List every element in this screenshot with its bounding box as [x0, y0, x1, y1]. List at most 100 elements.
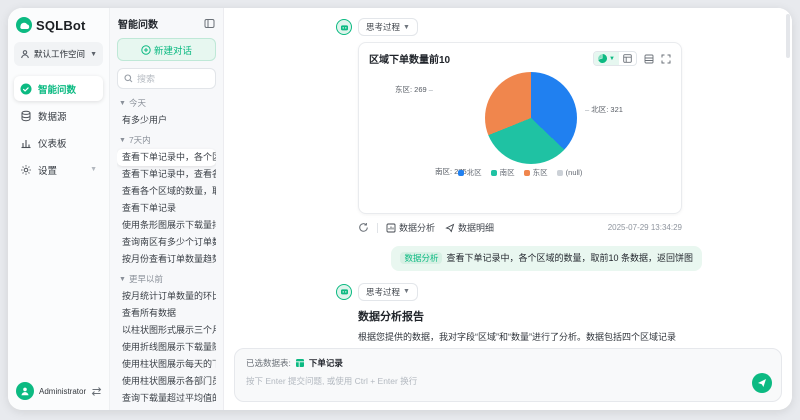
sidebar-item-settings[interactable]: 设置 ▼ — [14, 157, 103, 182]
legend-swatch — [523, 169, 530, 176]
sidebar-item-label: 设置 — [38, 165, 58, 177]
plus-circle-icon — [141, 44, 151, 55]
thinking-process-toggle[interactable]: 思考过程 ▼ — [358, 18, 418, 36]
data-detail-button[interactable]: 数据明细 — [445, 221, 494, 234]
sidebar-item-dashboard[interactable]: 仪表板 — [14, 130, 103, 155]
message-tag: 数据分析 — [400, 252, 443, 264]
workspace-label: 默认工作空间 — [34, 49, 86, 59]
pie-label-north: 北区: 321 — [585, 104, 623, 115]
history-group-label[interactable]: ▼ 7天内 — [117, 129, 216, 149]
sidebar-item-chat[interactable]: 智能问数 — [14, 76, 103, 101]
history-item[interactable]: 使用柱状图展示各部门员工数 — [117, 373, 216, 390]
history-item[interactable]: 查看各个区域的数量，取前10 条数… — [117, 183, 216, 200]
assistant-message-header: 思考过程 ▼ — [336, 18, 708, 36]
data-view-icon[interactable] — [644, 54, 654, 64]
chart-title: 区域下单数量前10 — [369, 55, 451, 66]
pie-chart-type-button[interactable]: ▼ — [594, 52, 619, 65]
new-chat-label: 新建对话 — [153, 45, 192, 57]
user-account[interactable]: Administrator — [14, 380, 103, 402]
chat-ai-icon — [20, 83, 32, 95]
database-icon — [20, 110, 32, 122]
history-item[interactable]: 使用柱状图展示每天的下载量变化 — [117, 356, 216, 373]
history-list: ▼今天有多少用户▼7天内查看下单记录中，各个区域的数量…查看下单记录中，查看各个… — [117, 92, 216, 406]
avatar — [16, 382, 34, 400]
chevron-down-icon: ▼ — [403, 23, 410, 31]
pie-graphic[interactable] — [485, 72, 577, 164]
chevron-down-icon: ▼ — [90, 50, 97, 58]
chart-type-switcher: ▼ — [593, 51, 637, 66]
sidebar-nav: 智能问数 数据源 仪表板 设置 ▼ — [14, 76, 103, 182]
chevron-down-icon: ▼ — [119, 99, 126, 107]
thinking-label: 思考过程 — [366, 22, 401, 32]
legend-swatch — [490, 169, 497, 176]
history-item[interactable]: 按月统计订单数量的环比增长率 — [117, 288, 216, 305]
chat-main: 思考过程 ▼ 区域下单数量前10 ▼ – 北区: 321 南区: 275 – 东… — [224, 8, 792, 410]
history-title: 智能问数 — [118, 20, 158, 31]
user-message: 数据分析 查看下单记录中，各个区域的数量，取前10 条数据，返回饼图 — [391, 246, 702, 271]
thinking-label: 思考过程 — [366, 286, 401, 297]
assistant-avatar — [336, 19, 352, 35]
chart-card: 区域下单数量前10 ▼ – 北区: 321 南区: 275 – 东区: 269 … — [358, 42, 682, 214]
thinking-process-toggle[interactable]: 思考过程 ▼ — [358, 282, 418, 301]
history-item[interactable]: 查看下单记录 — [117, 200, 216, 217]
data-analysis-button[interactable]: 数据分析 — [386, 221, 435, 234]
legend-item[interactable]: 南区 — [490, 167, 515, 178]
legend-swatch — [457, 169, 464, 176]
history-item[interactable]: 查看所有数据 — [117, 305, 216, 322]
search-input[interactable]: 搜索 — [117, 68, 216, 89]
gear-icon — [20, 164, 32, 176]
selected-table-label: 已选数据表: — [246, 358, 291, 368]
history-item[interactable]: 使用条形图展示下载量排名靠前的日… — [117, 217, 216, 234]
scrollbar-thumb[interactable] — [786, 14, 790, 58]
report-title: 数据分析报告 — [358, 310, 424, 323]
chevron-down-icon: ▼ — [119, 275, 126, 283]
dashboard-icon — [20, 137, 32, 149]
legend-item[interactable]: (null) — [556, 167, 582, 178]
legend-item[interactable]: 东区 — [523, 167, 548, 178]
pie-label-east: 东区: 269 — [395, 84, 433, 95]
history-item[interactable]: 以柱状图形式展示三个月的订单量 — [117, 322, 216, 339]
history-item[interactable]: 使用折线图展示下载量随日期的变… — [117, 339, 216, 356]
analysis-icon — [386, 223, 396, 233]
new-chat-button[interactable]: 新建对话 — [117, 38, 216, 61]
table-icon — [295, 358, 305, 368]
history-item[interactable]: 有多少用户 — [117, 112, 216, 129]
app-window: SQLBot 默认工作空间 ▼ 智能问数 数据源 仪表板 设置 ▼ Admini… — [8, 8, 792, 410]
legend-item[interactable]: 北区 — [457, 167, 482, 178]
chevron-down-icon: ▼ — [609, 55, 615, 62]
history-item[interactable]: 查询下载量超过平均值的日期 — [117, 390, 216, 406]
selected-table-name[interactable]: 下单记录 — [309, 357, 343, 369]
workspace-selector[interactable]: 默认工作空间 ▼ — [14, 42, 103, 66]
table-chart-type-button[interactable] — [619, 52, 636, 65]
sidebar: SQLBot 默认工作空间 ▼ 智能问数 数据源 仪表板 设置 ▼ Admini… — [8, 8, 110, 410]
sidebar-item-label: 智能问数 — [38, 84, 77, 96]
send-button[interactable] — [752, 373, 772, 393]
sidebar-item-label: 数据源 — [38, 111, 67, 123]
composer: 已选数据表: 下单记录 按下 Enter 提交问题, 或使用 Ctrl + En… — [234, 348, 782, 402]
assistant-message-header: 思考过程 ▼ — [336, 282, 708, 301]
history-item[interactable]: 查看下单记录中，查看各个区域的… — [117, 166, 216, 183]
workspace-icon — [20, 49, 30, 59]
refresh-icon[interactable] — [358, 222, 369, 233]
switch-icon[interactable] — [91, 386, 102, 397]
history-item[interactable]: 查询南区有多少个订单数 — [117, 234, 216, 251]
history-item[interactable]: 按月份查看订单数量趋势，使用折… — [117, 251, 216, 268]
detail-icon — [445, 223, 455, 233]
sqlbot-logo-icon — [16, 17, 32, 33]
chevron-down-icon: ▼ — [403, 288, 410, 296]
chart-timestamp: 2025-07-29 13:34:29 — [607, 223, 682, 232]
history-group-label[interactable]: ▼ 今天 — [117, 92, 216, 112]
user-message-row: 数据分析 查看下单记录中，各个区域的数量，取前10 条数据，返回饼图 — [336, 246, 708, 271]
sidebar-item-datasource[interactable]: 数据源 — [14, 103, 103, 128]
history-panel: 智能问数 新建对话 搜索 ▼今天有多少用户▼7天内查看下单记录中，各个区域的数量… — [110, 8, 224, 410]
composer-input[interactable]: 按下 Enter 提交问题, 或使用 Ctrl + Enter 换行 — [246, 375, 770, 387]
sidebar-item-label: 仪表板 — [38, 138, 67, 150]
collapse-panel-icon[interactable] — [204, 18, 215, 29]
history-item[interactable]: 查看下单记录中，各个区域的数量… — [117, 149, 216, 166]
fullscreen-icon[interactable] — [661, 54, 671, 64]
history-group-label[interactable]: ▼ 更早以前 — [117, 268, 216, 288]
search-placeholder: 搜索 — [137, 74, 156, 84]
analysis-report: 数据分析报告 根据您提供的数据，我对字段“区域”和“数量”进行了分析。数据包括四… — [358, 308, 692, 342]
logo: SQLBot — [14, 17, 103, 42]
chevron-down-icon: ▼ — [90, 166, 97, 173]
